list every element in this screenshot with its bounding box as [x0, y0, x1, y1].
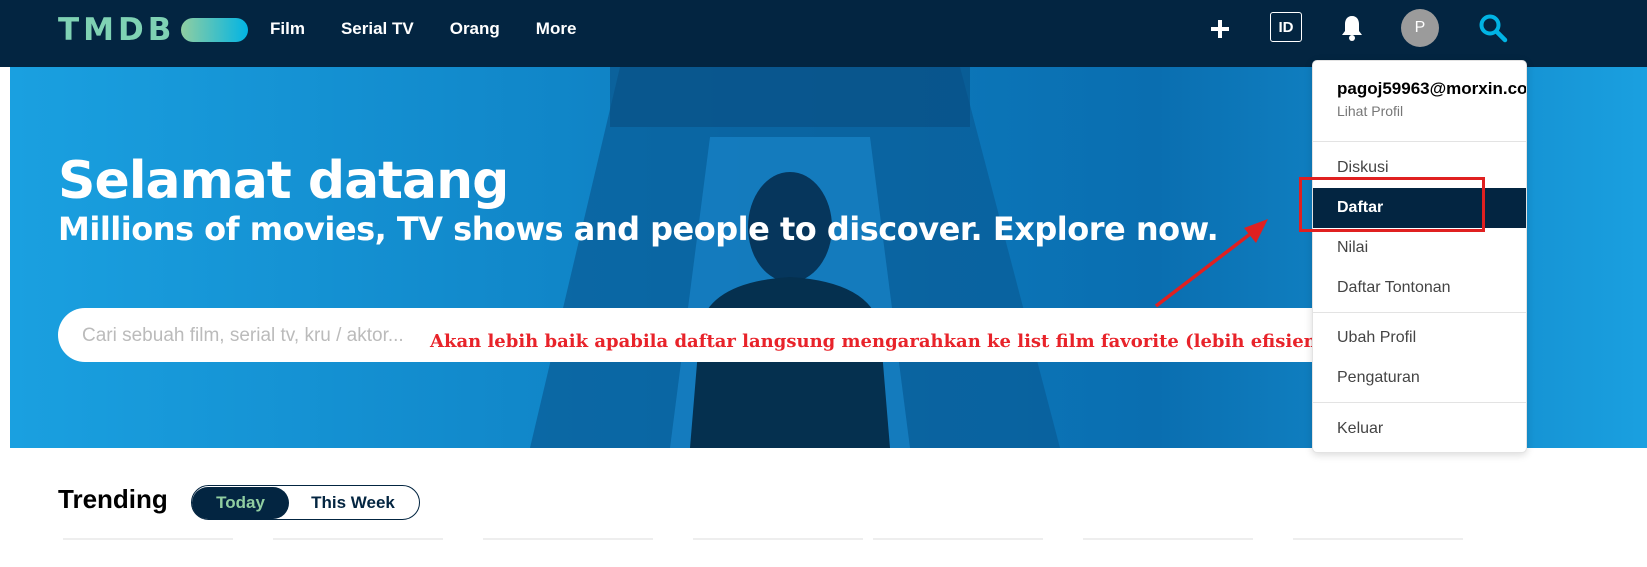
divider [1313, 312, 1526, 313]
avatar[interactable]: P [1401, 9, 1439, 47]
red-highlight-box [1299, 177, 1485, 232]
divider [1313, 402, 1526, 403]
profile-dropdown-menu: pagoj59963@morxin.com Lihat Profil Disku… [1312, 60, 1527, 453]
hero-subtitle: Millions of movies, TV shows and people … [58, 210, 1219, 248]
divider [1313, 141, 1526, 142]
menu-item-nilai[interactable]: Nilai [1313, 228, 1526, 268]
trending-card-row [63, 538, 1463, 540]
tab-today[interactable]: Today [192, 486, 289, 519]
logo-pill-shape [181, 18, 249, 42]
view-profile-link[interactable]: Lihat Profil [1337, 103, 1403, 119]
tmdb-logo[interactable]: TMDB [58, 10, 249, 50]
menu-item-ubah-profil[interactable]: Ubah Profil [1313, 318, 1526, 358]
bell-icon[interactable] [1340, 14, 1364, 42]
red-annotation-text: Akan lebih baik apabila daftar langsung … [430, 331, 1433, 352]
search-icon[interactable] [1478, 13, 1508, 43]
language-button[interactable]: ID [1270, 12, 1302, 42]
hero-title: Selamat datang [58, 151, 509, 211]
nav-serial-tv[interactable]: Serial TV [341, 19, 414, 39]
top-navbar: TMDB Film Serial TV Orang More ID P [0, 0, 1647, 67]
tab-this-week[interactable]: This Week [289, 487, 417, 519]
nav-orang[interactable]: Orang [450, 19, 500, 39]
menu-item-keluar[interactable]: Keluar [1313, 409, 1526, 449]
nav-film[interactable]: Film [270, 19, 305, 39]
main-nav: Film Serial TV Orang More [270, 0, 612, 58]
trending-toggle: Today This Week [191, 485, 420, 520]
logo-text: TMDB [58, 12, 176, 48]
menu-item-pengaturan[interactable]: Pengaturan [1313, 358, 1526, 398]
menu-item-daftar-tontonan[interactable]: Daftar Tontonan [1313, 268, 1526, 308]
plus-icon[interactable] [1207, 16, 1233, 42]
user-email[interactable]: pagoj59963@morxin.com [1337, 79, 1526, 99]
search-input[interactable] [80, 308, 424, 364]
annotation-arrow-icon [1154, 219, 1268, 308]
nav-more[interactable]: More [536, 19, 577, 39]
trending-heading: Trending [58, 484, 168, 514]
